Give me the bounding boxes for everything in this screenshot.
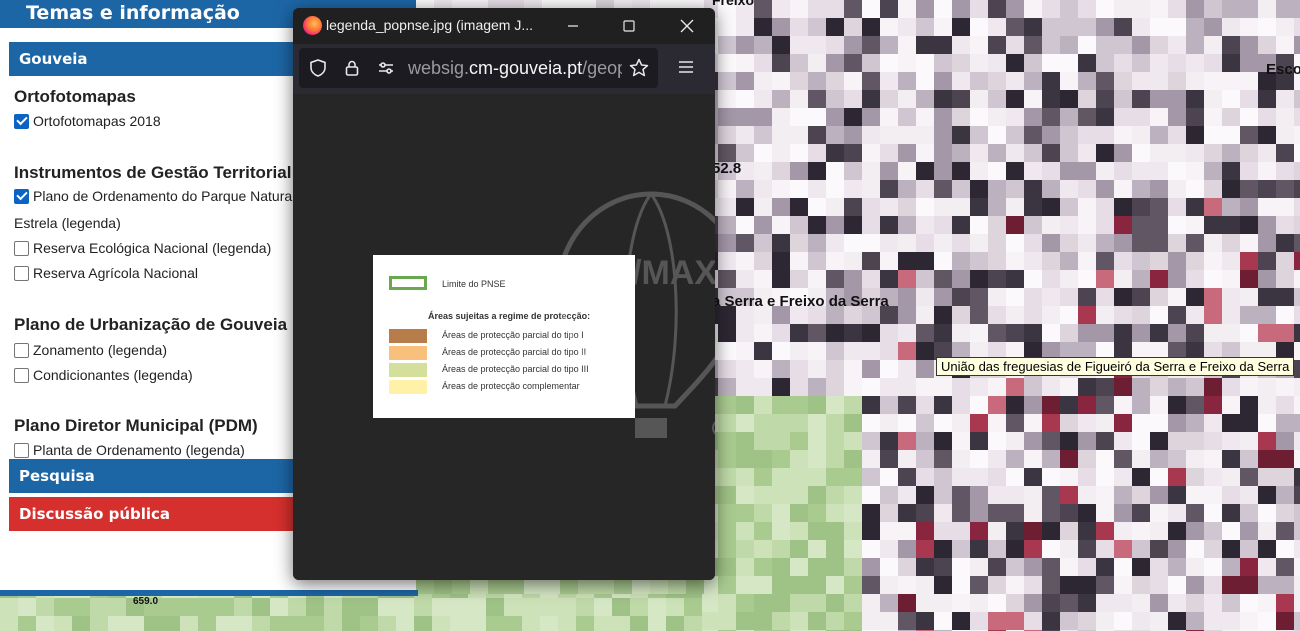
- legend-swatch-tipo-2: [389, 346, 427, 360]
- accordion-discussao-publica[interactable]: Discussão pública: [9, 497, 309, 531]
- map-label-locality: Freixo: [712, 0, 755, 8]
- layer-popnse[interactable]: Plano de Ordenamento do Parque Natural d…: [14, 188, 304, 204]
- svg-text:RE/MAX: RE/MAX: [585, 254, 715, 292]
- layer-checkbox[interactable]: [14, 188, 29, 204]
- layer-label: Reserva Agrícola Nacional: [33, 265, 198, 281]
- accordion-pesquisa[interactable]: Pesquisa: [9, 459, 309, 493]
- hamburger-menu-icon[interactable]: [675, 56, 697, 78]
- legend-link[interactable]: (legenda): [62, 215, 121, 231]
- minimize-button[interactable]: [549, 8, 597, 44]
- section-title-pdm: Plano Diretor Municipal (PDM): [14, 416, 258, 435]
- legend-link[interactable]: (legenda): [212, 240, 271, 256]
- section-title-igt: Instrumentos de Gestão Territorial: [14, 163, 292, 182]
- legend-swatch-tipo-1: [389, 329, 427, 343]
- bookmark-star-icon[interactable]: [627, 56, 651, 80]
- url-domain: cm-gouveia.pt: [469, 58, 583, 78]
- layer-label: Estrela: [14, 215, 58, 231]
- url-path: /geopo: [582, 58, 622, 78]
- layer-checkbox[interactable]: [14, 240, 29, 256]
- legend-link[interactable]: (legenda): [108, 342, 167, 358]
- legend-swatch-tipo-3: [389, 363, 427, 377]
- map-label-parish: a Serra e Freixo da Serra: [712, 293, 889, 310]
- layer-label: Ortofotomapas 2018: [33, 113, 161, 129]
- layer-label: Plano de Ordenamento do Parque Natural d…: [33, 188, 304, 204]
- map-label-elevation: 52.8: [712, 160, 742, 177]
- minimize-icon: [568, 25, 578, 27]
- accordion-gouveia[interactable]: Gouveia: [9, 42, 309, 76]
- close-button[interactable]: [663, 8, 711, 44]
- map-label-elevation-bottom: 659.0: [133, 596, 159, 607]
- maximize-icon: [623, 20, 635, 32]
- layer-checkbox[interactable]: [14, 113, 29, 129]
- layers-list[interactable]: Ortofotomapas Ortofotomapas 2018 Instrum…: [14, 80, 304, 458]
- remax-balloon-watermark: RE/MAX: [556, 191, 715, 438]
- layer-label: Condicionantes: [33, 367, 130, 383]
- map-label-edge: Esco: [1266, 61, 1300, 78]
- layer-label: Zonamento: [33, 342, 104, 358]
- layer-checkbox[interactable]: [14, 367, 29, 383]
- permissions-icon[interactable]: [375, 57, 397, 79]
- legend-swatch-complementar: [389, 380, 427, 394]
- layer-checkbox[interactable]: [14, 342, 29, 358]
- maximize-button[interactable]: [605, 8, 653, 44]
- window-title: legenda_popnse.jpg (imagem J...: [326, 17, 534, 33]
- layer-zonamento[interactable]: Zonamento (legenda): [14, 342, 167, 358]
- section-title-ortofotomapas: Ortofotomapas: [14, 87, 136, 106]
- layer-popnse-continued: Estrela (legenda): [14, 215, 121, 231]
- section-title-pu-gouveia: Plano de Urbanização de Gouveia: [14, 315, 288, 334]
- layer-checkbox[interactable]: [14, 265, 29, 281]
- layer-planta-ordenamento[interactable]: Planta de Ordenamento (legenda): [14, 442, 245, 458]
- shield-icon[interactable]: [307, 57, 329, 79]
- map-tooltip: União das freguesias de Figueiró da Serr…: [936, 357, 1295, 376]
- image-popup-window[interactable]: legenda_popnse.jpg (imagem J... websig.c…: [293, 8, 715, 580]
- layer-ran[interactable]: Reserva Agrícola Nacional: [14, 265, 198, 281]
- layer-condicionantes[interactable]: Condicionantes (legenda): [14, 367, 193, 383]
- layer-label: Reserva Ecológica Nacional: [33, 240, 209, 256]
- legend-boundary-label: Limite do PNSE: [442, 279, 506, 289]
- legend-boundary-swatch: [389, 276, 427, 290]
- panel-bottom-bar: [0, 590, 418, 596]
- layer-label: Planta de Ordenamento: [33, 442, 182, 458]
- close-icon: [680, 19, 694, 33]
- lock-icon[interactable]: [341, 57, 363, 79]
- url-prefix: websig.: [408, 58, 470, 78]
- legend-link[interactable]: (legenda): [186, 442, 245, 458]
- url-text[interactable]: websig.cm-gouveia.pt/geopo: [408, 58, 622, 79]
- layer-ren[interactable]: Reserva Ecológica Nacional (legenda): [14, 240, 271, 256]
- firefox-icon: [303, 16, 322, 35]
- layer-ortofotomapas-2018[interactable]: Ortofotomapas 2018: [14, 113, 161, 129]
- window-titlebar[interactable]: legenda_popnse.jpg (imagem J...: [293, 8, 715, 44]
- layer-checkbox[interactable]: [14, 442, 29, 458]
- legend-link[interactable]: (legenda): [134, 367, 193, 383]
